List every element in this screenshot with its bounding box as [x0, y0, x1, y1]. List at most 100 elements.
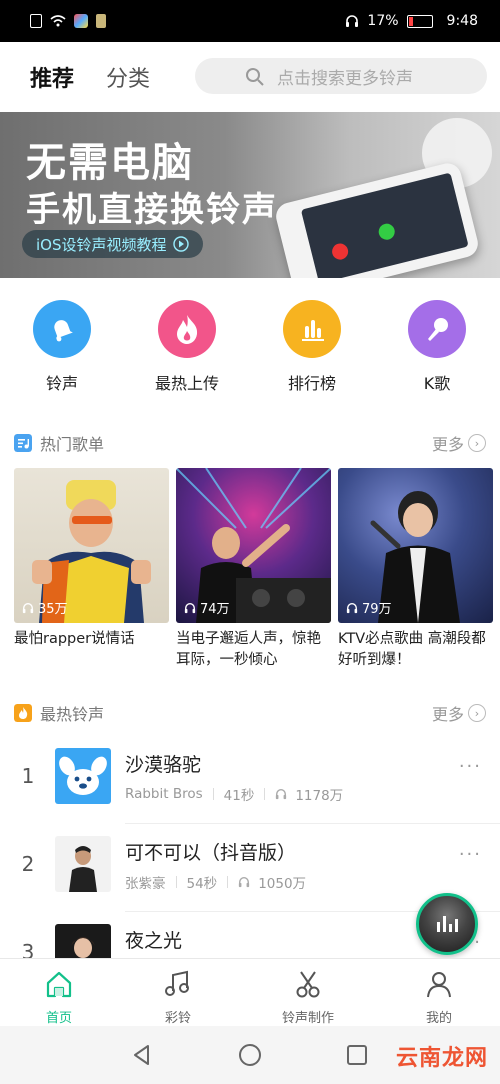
microphone-icon: [408, 300, 466, 358]
quick-karaoke[interactable]: K歌: [382, 300, 492, 394]
search-input[interactable]: 点击搜索更多铃声: [195, 58, 487, 94]
playlist-card[interactable]: 74万 当电子邂逅人声，惊艳耳际，一秒倾心: [176, 468, 331, 671]
song-meta: 张紫豪 54秒 1050万: [125, 872, 306, 892]
nav-profile[interactable]: 我的: [389, 969, 489, 1026]
bottom-nav: 首页 彩铃 铃声制作 我的: [0, 958, 500, 1026]
section-title: 热门歌单: [40, 435, 105, 454]
home-circle-icon[interactable]: [238, 1043, 262, 1067]
headphones-icon: [346, 602, 358, 613]
section-hot-playlists: 热门歌单 更多 ›: [0, 428, 500, 458]
play-count-value: 74万: [200, 602, 230, 617]
battery-percent: 17%: [367, 13, 399, 29]
play-count: 74万: [184, 598, 230, 617]
song-plays: 1050万: [258, 876, 307, 892]
nav-label: 铃声制作: [281, 1011, 334, 1026]
quick-hot-upload[interactable]: 最热上传: [132, 300, 242, 394]
app-notification-icon: [74, 14, 88, 28]
rank-number: 1: [21, 764, 35, 788]
rank-number: 2: [21, 852, 35, 876]
song-plays: 1178万: [295, 788, 344, 804]
scissors-icon: [296, 971, 320, 998]
battery-icon: [406, 14, 433, 28]
notification-icon: [30, 14, 42, 28]
nav-coloring-ring[interactable]: 彩铃: [128, 969, 228, 1026]
song-cover: [55, 748, 111, 804]
tab-recommend[interactable]: 推荐: [30, 61, 74, 119]
music-note-icon: [165, 970, 189, 996]
more-ringtones-link[interactable]: 更多 ›: [432, 701, 486, 725]
tab-category[interactable]: 分类: [106, 61, 150, 93]
banner-tutorial-link[interactable]: iOS设铃声视频教程: [22, 230, 203, 258]
nav-label: 我的: [425, 1011, 452, 1026]
nav-home[interactable]: 首页: [9, 969, 109, 1026]
play-count: 79万: [346, 598, 392, 617]
playlist-card[interactable]: 35万 最怕rapper说情话: [14, 468, 169, 671]
song-name: 夜之光: [125, 930, 183, 952]
nav-ringtone-maker[interactable]: 铃声制作: [258, 969, 358, 1026]
quick-ringtone[interactable]: 铃声: [7, 300, 117, 394]
bell-icon: [33, 300, 91, 358]
promo-banner[interactable]: 无需电脑 手机直接换铃声 iOS设铃声视频教程: [0, 112, 500, 278]
ringtone-row[interactable]: 2 可不可以（抖音版） 张紫豪 54秒 1050万 ···: [0, 824, 500, 912]
banner-title: 无需电脑: [26, 140, 194, 186]
song-artist: Rabbit Bros: [125, 786, 203, 802]
more-label: 更多: [431, 435, 464, 454]
headphones-icon: [184, 602, 196, 613]
playlist-icon: [14, 434, 32, 452]
wifi-icon: [50, 15, 66, 27]
playlist-title: 最怕rapper说情话: [14, 631, 135, 647]
more-label: 更多: [431, 705, 464, 724]
headphones-icon: [239, 877, 250, 888]
section-title: 最热铃声: [40, 705, 105, 724]
quick-label: K歌: [423, 374, 451, 393]
ringtone-row[interactable]: 1 沙漠骆驼 Rabbit Bros 41秒 1178万 ···: [0, 736, 500, 824]
app-notification-icon: [96, 14, 106, 28]
search-placeholder: 点击搜索更多铃声: [277, 68, 413, 89]
quick-label: 排行榜: [287, 374, 336, 393]
play-count-value: 35万: [38, 602, 68, 617]
play-icon: [172, 236, 189, 252]
watermark-logo: 云南龙网: [395, 1046, 488, 1071]
more-options-icon[interactable]: ···: [459, 756, 482, 777]
quick-entries: 铃声 最热上传 排行榜 K歌: [0, 300, 500, 400]
playlist-title: 当电子邂逅人声，惊艳耳际，一秒倾心: [176, 631, 321, 668]
flame-icon: [158, 300, 216, 358]
mini-player[interactable]: [416, 893, 478, 955]
back-icon[interactable]: [130, 1043, 154, 1067]
song-artist: 张紫豪: [125, 876, 166, 892]
more-playlists-link[interactable]: 更多 ›: [432, 431, 486, 455]
play-count-value: 79万: [362, 602, 392, 617]
home-icon: [46, 971, 72, 998]
playlist-card[interactable]: 79万 KTV必点歌曲 高潮段都好听到爆！: [338, 468, 493, 671]
chevron-right-icon: ›: [468, 704, 486, 722]
chevron-right-icon: ›: [468, 434, 486, 452]
section-hot-ringtones: 最热铃声 更多 ›: [0, 698, 500, 728]
bar-chart-icon: [283, 300, 341, 358]
quick-label: 最热上传: [154, 374, 219, 393]
headphones-icon: [346, 15, 359, 27]
playlist-grid: 35万 最怕rapper说情话 74万 当电子邂逅人声，惊艳耳际，一秒倾心 79…: [14, 468, 494, 668]
fire-icon: [14, 704, 32, 722]
clock: 9:48: [446, 13, 478, 29]
playlist-cover: 35万: [14, 468, 169, 623]
playlist-cover: 79万: [338, 468, 493, 623]
headphones-icon: [276, 789, 287, 800]
banner-phone-image: [273, 160, 481, 278]
nav-label: 彩铃: [164, 1011, 191, 1026]
user-icon: [427, 972, 451, 998]
banner-pill-label: iOS设铃声视频教程: [36, 235, 167, 254]
playing-indicator-icon: [436, 916, 458, 932]
recents-icon[interactable]: [346, 1044, 368, 1066]
playlist-title: KTV必点歌曲 高潮段都好听到爆！: [338, 631, 486, 668]
song-name: 沙漠骆驼: [125, 754, 202, 776]
search-icon: [246, 68, 264, 86]
quick-label: 铃声: [45, 374, 78, 393]
nav-label: 首页: [45, 1011, 72, 1026]
song-meta: Rabbit Bros 41秒 1178万: [125, 784, 343, 804]
song-name: 可不可以（抖音版）: [125, 842, 297, 864]
song-duration: 54秒: [186, 876, 218, 892]
more-options-icon[interactable]: ···: [459, 844, 482, 865]
quick-charts[interactable]: 排行榜: [257, 300, 367, 394]
headphones-icon: [22, 602, 34, 613]
play-count: 35万: [22, 598, 68, 617]
